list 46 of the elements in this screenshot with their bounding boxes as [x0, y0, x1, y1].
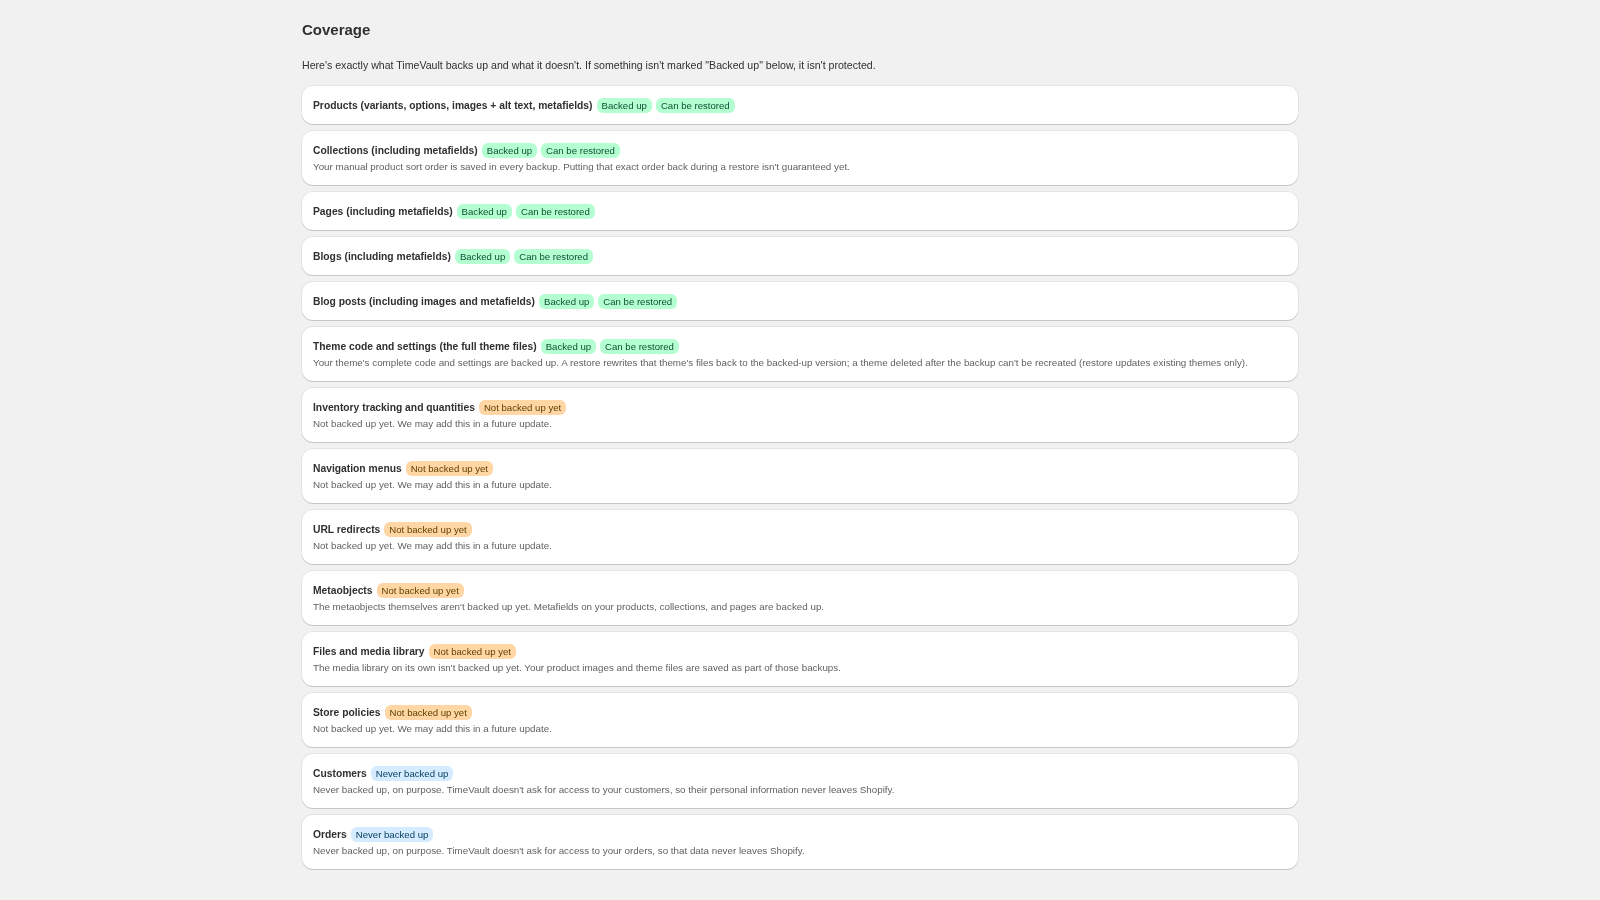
item-title: Products (variants, options, images + alt text, metafields) [313, 99, 593, 111]
status-badge: Never backed up [350, 826, 434, 842]
status-badge: Not backed up yet [376, 582, 464, 598]
status-badge: Not backed up yet [428, 643, 516, 659]
status-badge: Can be restored [655, 97, 735, 113]
item-title: Blog posts (including images and metafields) [313, 295, 535, 307]
item-title: Theme code and settings (the full theme files) [313, 340, 537, 352]
item-title: Inventory tracking and quantities [313, 401, 475, 413]
item-description: Not backed up yet. We may add this in a future update. [313, 478, 553, 492]
item-description: Not backed up yet. We may add this in a future update. [313, 417, 553, 431]
item-description: Never backed up, on purpose. TimeVault doesn't ask for access to your customers, so their personal information never leaves Shopify. [313, 783, 896, 797]
status-badge: Not backed up yet [384, 704, 472, 720]
status-badge: Can be restored [514, 248, 593, 264]
item-description: The metaobjects themselves aren't backed up yet. Metafields on your products, collections, and pages are backed up. [313, 600, 826, 614]
item-description: Never backed up, on purpose. TimeVault doesn't ask for access to your orders, so that data never leaves Shopify. [313, 844, 806, 858]
item-description: Not backed up yet. We may add this in a future update. [313, 722, 553, 736]
item-title: Orders [313, 828, 347, 840]
status-badge: Not backed up yet [405, 460, 494, 476]
status-badge: Not backed up yet [384, 521, 472, 537]
status-badge: Can be restored [600, 338, 679, 354]
status-badge: Never backed up [370, 765, 454, 781]
status-badge: Can be restored [515, 203, 595, 219]
page-title: Coverage [302, 20, 371, 40]
item-title: Metaobjects [313, 584, 373, 596]
status-badge: Can be restored [541, 142, 620, 158]
item-description: The media library on its own isn't backed up yet. Your product images and theme files are saved as part of those backups. [313, 661, 842, 675]
status-badge: Can be restored [598, 293, 678, 309]
status-badge: Backed up [481, 142, 538, 158]
intro-text: Here's exactly what TimeVault backs up and what it doesn't. If something isn't marked "Backed up" below, it isn't protected. [302, 58, 876, 72]
status-badge: Backed up [454, 248, 511, 264]
item-title: Files and media library [313, 645, 425, 657]
item-title: Store policies [313, 706, 381, 718]
status-badge: Backed up [596, 97, 652, 113]
item-title: Navigation menus [313, 462, 402, 474]
item-title: URL redirects [313, 523, 381, 535]
item-description: Your theme's complete code and settings are backed up. A restore rewrites that theme's files back to the backed-up version; a theme deleted after the backup can't be recreated (restore updates existing themes only). [313, 356, 1249, 370]
item-title: Blogs (including metafields) [313, 250, 451, 262]
item-description: Not backed up yet. We may add this in a future update. [313, 539, 553, 553]
status-badge: Not backed up yet [478, 399, 567, 415]
status-badge: Backed up [539, 293, 595, 309]
item-title: Customers [313, 767, 367, 779]
status-badge: Backed up [540, 338, 597, 354]
status-badge: Backed up [456, 203, 512, 219]
item-title: Collections (including metafields) [313, 144, 478, 156]
item-description: Your manual product sort order is saved in every backup. Putting that exact order back during a restore isn't guaranteed yet. [313, 160, 851, 174]
item-title: Pages (including metafields) [313, 205, 453, 217]
